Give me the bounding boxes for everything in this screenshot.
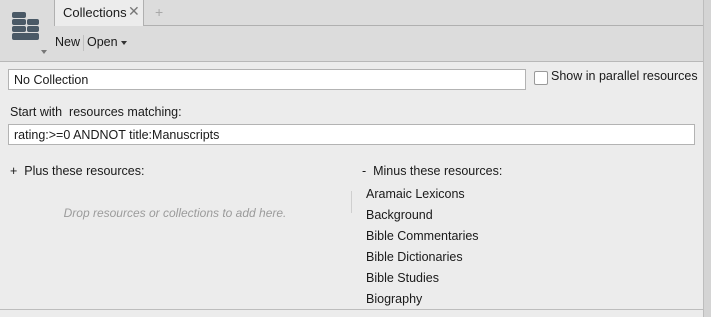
drop-zone-hint[interactable]: Drop resources or collections to add her… (0, 206, 350, 220)
tab-collections[interactable]: Collections ✕ (54, 0, 144, 26)
plus-resources-header: + Plus these resources: (10, 164, 145, 178)
list-item[interactable]: Bible Dictionaries (366, 250, 479, 271)
list-item[interactable]: Aramaic Lexicons (366, 187, 479, 208)
window-edge (703, 0, 711, 317)
tabstrip-divider (144, 25, 711, 26)
top-toolbar: Collections ✕ + New Open (0, 0, 711, 62)
minus-resources-header: - Minus these resources: (362, 164, 503, 178)
open-label: Open (87, 35, 118, 49)
open-menu-button[interactable]: Open (87, 35, 127, 49)
tab-label: Collections (63, 5, 127, 20)
show-parallel-checkbox[interactable] (534, 71, 548, 85)
close-icon[interactable]: ✕ (128, 3, 140, 20)
resource-query-input[interactable]: rating:>=0 ANDNOT title:Manuscripts (8, 124, 695, 145)
chevron-down-icon[interactable] (41, 50, 47, 54)
show-parallel-label[interactable]: Show in parallel resources (551, 69, 698, 83)
chevron-down-icon (120, 40, 127, 45)
collection-name-input[interactable]: No Collection (8, 69, 526, 90)
list-item[interactable]: Bible Commentaries (366, 229, 479, 250)
library-icon[interactable] (8, 10, 42, 46)
column-divider[interactable] (351, 191, 352, 213)
list-item[interactable]: Bible Studies (366, 271, 479, 292)
list-item[interactable]: Background (366, 208, 479, 229)
toolbar-divider (83, 35, 84, 51)
bottom-divider (0, 309, 703, 310)
new-button[interactable]: New (55, 35, 80, 49)
start-with-label: Start with resources matching: (10, 105, 182, 119)
add-tab-icon[interactable]: + (155, 4, 163, 20)
minus-resources-list: Aramaic Lexicons Background Bible Commen… (366, 187, 479, 313)
